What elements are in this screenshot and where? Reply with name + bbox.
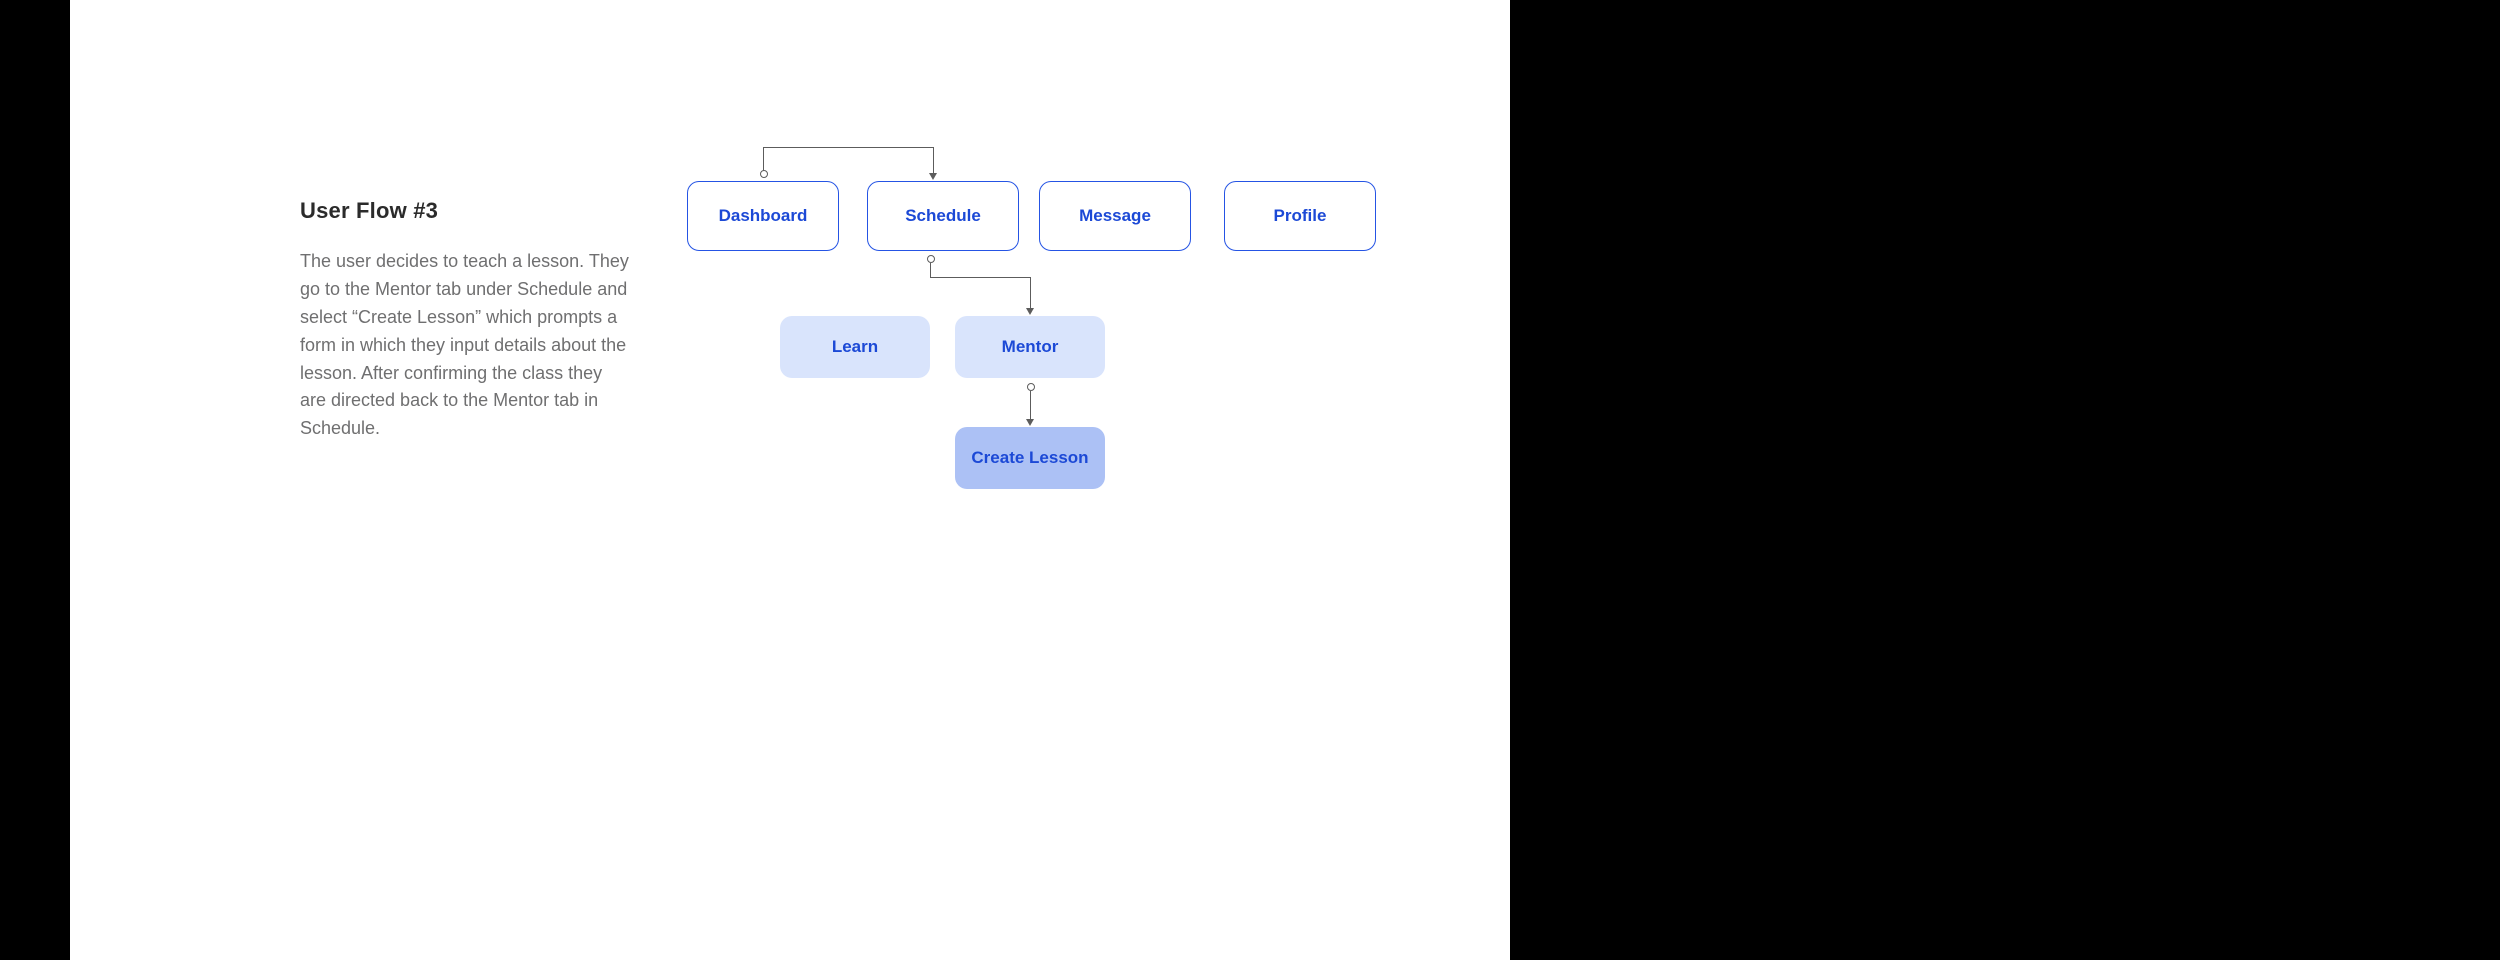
- flow-title: User Flow #3: [300, 198, 630, 224]
- node-mentor: Mentor: [955, 316, 1105, 378]
- node-label: Message: [1079, 206, 1151, 226]
- arrow-down-icon: [929, 173, 937, 180]
- connector-line: [1030, 391, 1031, 419]
- connector-line: [930, 277, 1030, 278]
- node-label: Dashboard: [719, 206, 808, 226]
- arrow-down-icon: [1026, 308, 1034, 315]
- node-profile: Profile: [1224, 181, 1376, 251]
- diagram-canvas: User Flow #3 The user decides to teach a…: [70, 0, 1510, 960]
- node-label: Schedule: [905, 206, 981, 226]
- node-label: Mentor: [1002, 337, 1059, 357]
- connector-line: [933, 147, 934, 173]
- connector-dot: [1027, 383, 1035, 391]
- node-learn: Learn: [780, 316, 930, 378]
- node-message: Message: [1039, 181, 1191, 251]
- node-schedule: Schedule: [867, 181, 1019, 251]
- connector-line: [930, 263, 931, 277]
- connector-dot: [760, 170, 768, 178]
- intro-block: User Flow #3 The user decides to teach a…: [300, 198, 630, 443]
- node-label: Learn: [832, 337, 878, 357]
- connector-line: [763, 147, 933, 148]
- node-create-lesson: Create Lesson: [955, 427, 1105, 489]
- arrow-down-icon: [1026, 419, 1034, 426]
- connector-line: [1030, 277, 1031, 308]
- flow-description: The user decides to teach a lesson. They…: [300, 248, 630, 443]
- node-label: Create Lesson: [971, 448, 1088, 468]
- node-label: Profile: [1274, 206, 1327, 226]
- connector-dot: [927, 255, 935, 263]
- connector-line: [763, 147, 764, 171]
- node-dashboard: Dashboard: [687, 181, 839, 251]
